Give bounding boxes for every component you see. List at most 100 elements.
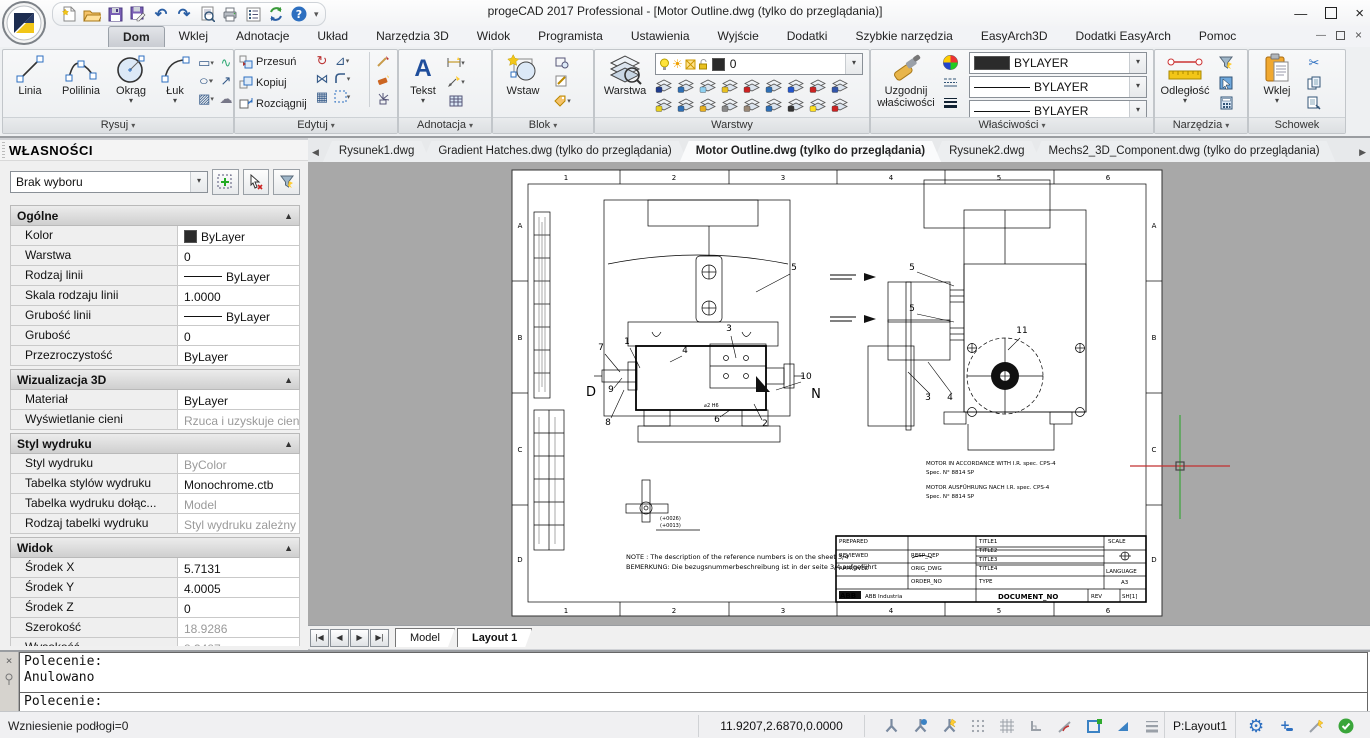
trim-icon[interactable]: ⊿▾: [333, 52, 351, 69]
ribbon-tab-układ[interactable]: Układ: [303, 26, 362, 47]
first-tab-button[interactable]: |◀: [310, 629, 329, 647]
layer-manager-button[interactable]: Warstwa: [599, 53, 651, 97]
document-tab[interactable]: Motor Outline.dwg (tylko do przeglądania…: [680, 141, 941, 162]
property-value[interactable]: ByLayer: [178, 306, 299, 325]
redo-icon[interactable]: ↷: [174, 4, 194, 24]
explode-icon[interactable]: [374, 90, 392, 107]
revision-cloud-icon[interactable]: ☁: [217, 90, 235, 107]
property-value[interactable]: ByLayer: [178, 346, 299, 365]
property-value[interactable]: ByLayer: [178, 390, 299, 409]
section-header-widok[interactable]: Widok▲: [10, 537, 300, 558]
group-label-annotation[interactable]: Adnotacja▾: [399, 117, 491, 133]
ribbon-tab-szybkie-narzędzia[interactable]: Szybkie narzędzia: [841, 26, 966, 47]
text-dropdown-arrow[interactable]: ▾: [403, 97, 443, 105]
layer-off-icon[interactable]: [655, 77, 673, 94]
layer-match-icon[interactable]: [787, 77, 805, 94]
hatch-icon[interactable]: ▨▾: [197, 90, 215, 107]
next-tab-button[interactable]: ▶: [350, 629, 369, 647]
selection-combo[interactable]: Brak wyboru ▾: [10, 171, 208, 193]
help-icon[interactable]: ?: [289, 4, 309, 24]
distance-button[interactable]: Odległość ▾: [1157, 53, 1213, 105]
layer-lock-icon[interactable]: [721, 77, 739, 94]
property-value[interactable]: 4.0005: [178, 578, 299, 597]
layer-mark-icon[interactable]: [743, 77, 761, 94]
copy-button[interactable]: Kopiuj: [239, 73, 307, 93]
ortho-toggle[interactable]: [1024, 715, 1048, 737]
color-combo[interactable]: BYLAYER▾: [969, 52, 1147, 74]
lineweight-list-icon[interactable]: [941, 94, 959, 111]
block-edit-icon[interactable]: [553, 54, 571, 71]
leader-icon[interactable]: ▾: [447, 73, 465, 90]
layer-paint-icon[interactable]: [743, 96, 761, 113]
layer-select-combo[interactable]: ☀ 0 ▾: [655, 53, 863, 75]
layer-unknown-icon[interactable]: [809, 77, 827, 94]
match-properties-button[interactable]: Uzgodnij właściwości: [873, 53, 939, 109]
properties-header[interactable]: WŁASNOŚCI: [0, 140, 308, 161]
property-value[interactable]: 18.9286: [178, 618, 299, 637]
ribbon-tab-easyarch3d[interactable]: EasyArch3D: [967, 26, 1062, 47]
ribbon-tab-wyjście[interactable]: Wyjście: [704, 26, 773, 47]
stretch-button[interactable]: Rozciągnij: [239, 94, 307, 114]
dynamic-ucs-toggle[interactable]: [1111, 715, 1135, 737]
property-value[interactable]: ByLayer: [178, 266, 299, 285]
tab-layout1[interactable]: Layout 1: [457, 628, 532, 647]
erase-icon[interactable]: [374, 71, 392, 88]
palette-grip[interactable]: [2, 142, 5, 158]
spline-icon[interactable]: ∿: [217, 54, 235, 71]
property-value[interactable]: Monochrome.ctb: [178, 474, 299, 493]
updates-ok-icon[interactable]: [1334, 715, 1358, 737]
move-button[interactable]: Przesuń: [239, 52, 307, 72]
esnap-toggle[interactable]: [879, 715, 903, 737]
collapse-icon[interactable]: ▲: [284, 439, 293, 449]
open-file-icon[interactable]: [82, 4, 102, 24]
arc-dropdown-arrow[interactable]: ▾: [155, 97, 195, 105]
document-tab[interactable]: Rysunek1.dwg: [323, 141, 430, 162]
paste-button[interactable]: Wklej ▾: [1255, 53, 1299, 105]
ribbon-tab-dodatki-easyarch[interactable]: Dodatki EasyArch: [1062, 26, 1185, 47]
doc-close-button[interactable]: ×: [1355, 28, 1362, 42]
cut-icon[interactable]: ✂: [1305, 54, 1323, 71]
section-header-wizualizacja-3d[interactable]: Wizualizacja 3D▲: [10, 369, 300, 390]
document-tab[interactable]: Gradient Hatches.dwg (tylko do przegląda…: [422, 141, 687, 162]
quick-select-icon[interactable]: [1217, 74, 1235, 91]
progecad-logo-icon[interactable]: [2, 1, 46, 45]
command-history[interactable]: Polecenie: Anulowano: [19, 652, 1368, 694]
drawing-canvas[interactable]: .k{stroke:#000;fill:none;stroke-width:0.…: [308, 162, 1370, 625]
document-tab[interactable]: Rysunek2.dwg: [933, 141, 1040, 162]
settings-gear-icon[interactable]: ⚙: [1244, 715, 1268, 737]
doc-minimize-button[interactable]: —: [1316, 30, 1326, 41]
layer-merge-icon[interactable]: [831, 96, 849, 113]
property-value[interactable]: ByLayer: [178, 226, 299, 245]
esnap-tracking-toggle[interactable]: [908, 715, 932, 737]
doc-tabs-scroll-right-icon[interactable]: ▶: [1355, 147, 1370, 162]
section-header-ogólne[interactable]: Ogólne▲: [10, 205, 300, 226]
mirror-icon[interactable]: ⋈: [313, 70, 331, 87]
layer-thaw-icon[interactable]: [699, 96, 717, 113]
command-close-icon[interactable]: ×: [6, 654, 13, 667]
refresh-icon[interactable]: [266, 4, 286, 24]
property-value[interactable]: 0: [178, 326, 299, 345]
color-wheel-icon[interactable]: [941, 54, 959, 71]
rectangle-icon[interactable]: ▭▾: [197, 54, 215, 71]
property-value[interactable]: 1.0000: [178, 286, 299, 305]
copy-clip-icon[interactable]: [1305, 74, 1323, 91]
linetype-list-icon[interactable]: [941, 74, 959, 91]
property-value[interactable]: 0: [178, 598, 299, 617]
select-add-button[interactable]: [212, 169, 239, 195]
layout-indicator[interactable]: P:Layout1: [1164, 712, 1236, 738]
property-value[interactable]: 5.7131: [178, 558, 299, 577]
undo-icon[interactable]: ↶: [151, 4, 171, 24]
ribbon-tab-programista[interactable]: Programista: [524, 26, 617, 47]
property-value[interactable]: Styl wydruku zależny od...: [178, 514, 299, 533]
grid-dots-toggle[interactable]: [966, 715, 990, 737]
document-tab[interactable]: Mechs2_3D_Component.dwg (tylko do przegl…: [1033, 141, 1336, 162]
ribbon-tab-widok[interactable]: Widok: [463, 26, 524, 47]
layer-on-icon[interactable]: [655, 96, 673, 113]
deselect-button[interactable]: [243, 169, 270, 195]
circle-dropdown-arrow[interactable]: ▾: [109, 97, 153, 105]
grid-lines-toggle[interactable]: [995, 715, 1019, 737]
coordinates-display[interactable]: 11.9207,2.6870,0.0000: [698, 715, 865, 737]
property-value[interactable]: Model: [178, 494, 299, 513]
maximize-button[interactable]: [1325, 7, 1337, 19]
group-label-draw[interactable]: Rysuj▾: [3, 117, 233, 133]
